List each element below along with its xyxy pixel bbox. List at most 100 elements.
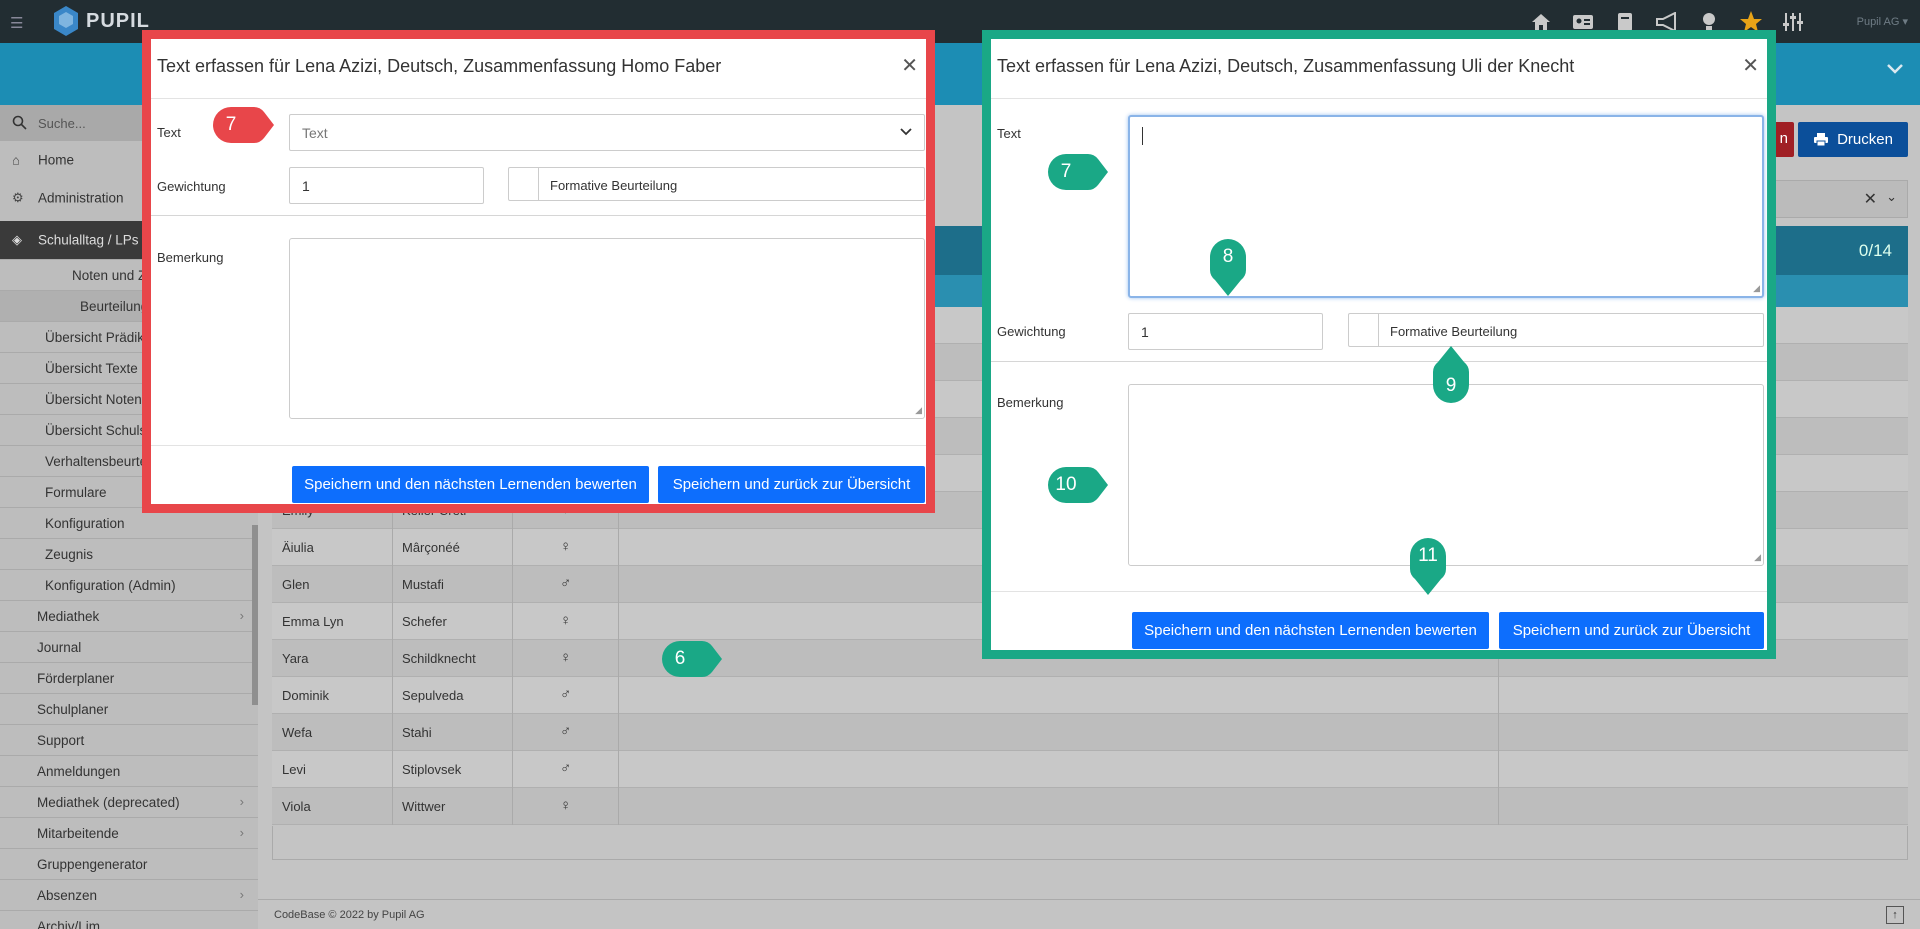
divider — [151, 215, 926, 216]
sidebar-item-label: Konfiguration — [45, 516, 125, 531]
save-back-button[interactable]: Speichern und zurück zur Übersicht — [658, 466, 925, 503]
weight-input[interactable]: 1 — [1128, 313, 1323, 350]
close-icon[interactable]: ✕ — [901, 53, 918, 78]
sidebar-item-foerderplaner[interactable]: Förderplaner — [0, 662, 258, 693]
chevron-right-icon: › — [239, 887, 244, 902]
remark-textarea[interactable]: ◢ — [289, 238, 925, 419]
chevron-down-icon — [900, 124, 912, 139]
sidebar-item-mediathek-deprecated[interactable]: Mediathek (deprecated) › — [0, 786, 258, 817]
print-button[interactable]: Drucken — [1798, 122, 1908, 157]
sidebar-item-label: Zeugnis — [45, 547, 94, 562]
sidebar-item-label: Administration — [38, 190, 124, 206]
sidebar-item-label: Mediathek — [37, 609, 100, 624]
text-entry-modal-uli-der-knecht: Text erfassen für Lena Azizi, Deutsch, Z… — [982, 30, 1776, 659]
scroll-top-icon[interactable]: ↑ — [1886, 906, 1904, 924]
cell-first-name: Wefa — [282, 725, 313, 740]
sidebar-item-label: Anmeldungen — [37, 764, 121, 779]
user-menu[interactable]: Pupil AG ▾ — [1857, 15, 1908, 28]
annotation-marker-7-red: 7 — [210, 104, 276, 146]
pupil-logo-icon — [54, 6, 78, 36]
annotation-marker-6: 6 — [660, 639, 724, 679]
logo-text: PUPIL — [86, 10, 150, 32]
cell-last-name: Schildknecht — [402, 651, 476, 666]
gender-icon: ♀ — [560, 797, 572, 814]
sidebar-item-anmeldungen[interactable]: Anmeldungen — [0, 755, 258, 786]
formative-checkbox[interactable] — [1349, 314, 1379, 346]
cell-first-name: Viola — [282, 799, 311, 814]
close-icon[interactable]: ✕ — [1742, 53, 1759, 78]
save-back-button[interactable]: Speichern und zurück zur Übersicht — [1499, 612, 1764, 649]
resize-grip-icon[interactable]: ◢ — [1754, 552, 1761, 563]
page-footer: CodeBase © 2022 by Pupil AG ↑ — [258, 899, 1920, 929]
cell-last-name: Schefer — [402, 614, 447, 629]
marker-number: 7 — [1060, 161, 1072, 182]
annotation-marker-7-teal: 7 — [1046, 152, 1110, 192]
chevron-right-icon: › — [239, 608, 244, 623]
sidebar-item-archiv[interactable]: Archiv/Lim... — [0, 910, 258, 929]
cell-first-name: Äiulia — [282, 540, 314, 555]
marker-number: 6 — [674, 648, 686, 669]
marker-number: 7 — [225, 114, 237, 135]
sidebar-item-label: Archiv/Lim... — [37, 919, 112, 929]
button-label: n — [1779, 130, 1788, 147]
sidebar-item-support[interactable]: Support — [0, 724, 258, 755]
sidebar-item-gruppengenerator[interactable]: Gruppengenerator — [0, 848, 258, 879]
chevron-down-icon[interactable] — [1886, 63, 1904, 78]
sidebar-item-absenzen[interactable]: Absenzen › — [0, 879, 258, 910]
weight-label: Gewichtung — [157, 179, 226, 194]
sidebar-item-mitarbeitende[interactable]: Mitarbeitende › — [0, 817, 258, 848]
sidebar-item-journal[interactable]: Journal — [0, 631, 258, 662]
divider — [991, 98, 1767, 99]
sidebar-subitem[interactable]: Zeugnis — [0, 538, 258, 569]
sidebar-item-label: Schulalltag / LPs — [38, 232, 139, 248]
chevron-down-icon[interactable]: ⌄ — [1886, 189, 1897, 205]
text-cursor — [1142, 127, 1143, 145]
save-next-button[interactable]: Speichern und den nächsten Lernenden bew… — [292, 466, 649, 503]
table-row[interactable]: Wefa Stahi ♂ — [272, 714, 1908, 751]
resize-grip-icon[interactable]: ◢ — [915, 405, 922, 416]
modal-title: Text erfassen für Lena Azizi, Deutsch, Z… — [157, 56, 722, 76]
divider — [991, 591, 1767, 592]
sidebar-item-mediathek[interactable]: Mediathek › — [0, 600, 258, 631]
gender-icon: ♂ — [560, 575, 572, 592]
resize-grip-icon[interactable]: ◢ — [1753, 283, 1760, 294]
marker-number: 9 — [1445, 375, 1457, 396]
formative-checkbox-group[interactable]: Formative Beurteilung — [1348, 313, 1764, 347]
sidebar-item-label: Schulplaner — [37, 702, 109, 717]
search-placeholder: Suche... — [38, 116, 86, 131]
cell-last-name: Mârçonéé — [402, 540, 460, 555]
sidebar-item-label: Förderplaner — [37, 671, 115, 686]
modal-title: Text erfassen für Lena Azizi, Deutsch, Z… — [997, 56, 1575, 76]
cell-first-name: Emma Lyn — [282, 614, 344, 629]
formative-checkbox[interactable] — [509, 168, 539, 200]
table-row[interactable]: Levi Stiplovsek ♂ — [272, 751, 1908, 788]
sidebar-item-schulplaner[interactable]: Schulplaner — [0, 693, 258, 724]
weight-input[interactable]: 1 — [289, 167, 484, 204]
table-row[interactable]: Dominik Sepulveda ♂ — [272, 677, 1908, 714]
table-footer — [272, 826, 1908, 860]
text-select[interactable]: Text — [289, 114, 925, 151]
sidebar-item-label: Übersicht Noten — [45, 392, 142, 407]
cell-last-name: Stahi — [402, 725, 432, 740]
sidebar-item-label: Support — [37, 733, 85, 748]
weight-label: Gewichtung — [997, 324, 1066, 339]
cell-last-name: Stiplovsek — [402, 762, 462, 777]
save-next-button[interactable]: Speichern und den nächsten Lernenden bew… — [1132, 612, 1489, 649]
gender-icon: ♀ — [560, 649, 572, 666]
gender-icon: ♂ — [560, 686, 572, 703]
hamburger-menu-icon[interactable]: ☰ — [10, 14, 23, 32]
count-badge: 0/14 — [1858, 241, 1892, 260]
footer-text: CodeBase © 2022 by Pupil AG — [274, 909, 425, 921]
sidebar-item-label: Konfiguration (Admin) — [45, 578, 176, 593]
text-label: Text — [157, 125, 181, 140]
sliders-icon[interactable] — [1781, 10, 1805, 34]
formative-checkbox-group[interactable]: Formative Beurteilung — [508, 167, 925, 201]
clear-icon[interactable]: ✕ — [1864, 189, 1877, 209]
sidebar-item-label: Gruppengenerator — [37, 857, 148, 872]
input-value: 1 — [302, 178, 310, 194]
cogs-icon: ⚙ — [12, 190, 24, 205]
annotation-marker-9: 9 — [1430, 344, 1472, 406]
table-row[interactable]: Viola Wittwer ♀ — [272, 788, 1908, 825]
cell-first-name: Glen — [282, 577, 310, 592]
sidebar-subitem[interactable]: Konfiguration (Admin) — [0, 569, 258, 600]
